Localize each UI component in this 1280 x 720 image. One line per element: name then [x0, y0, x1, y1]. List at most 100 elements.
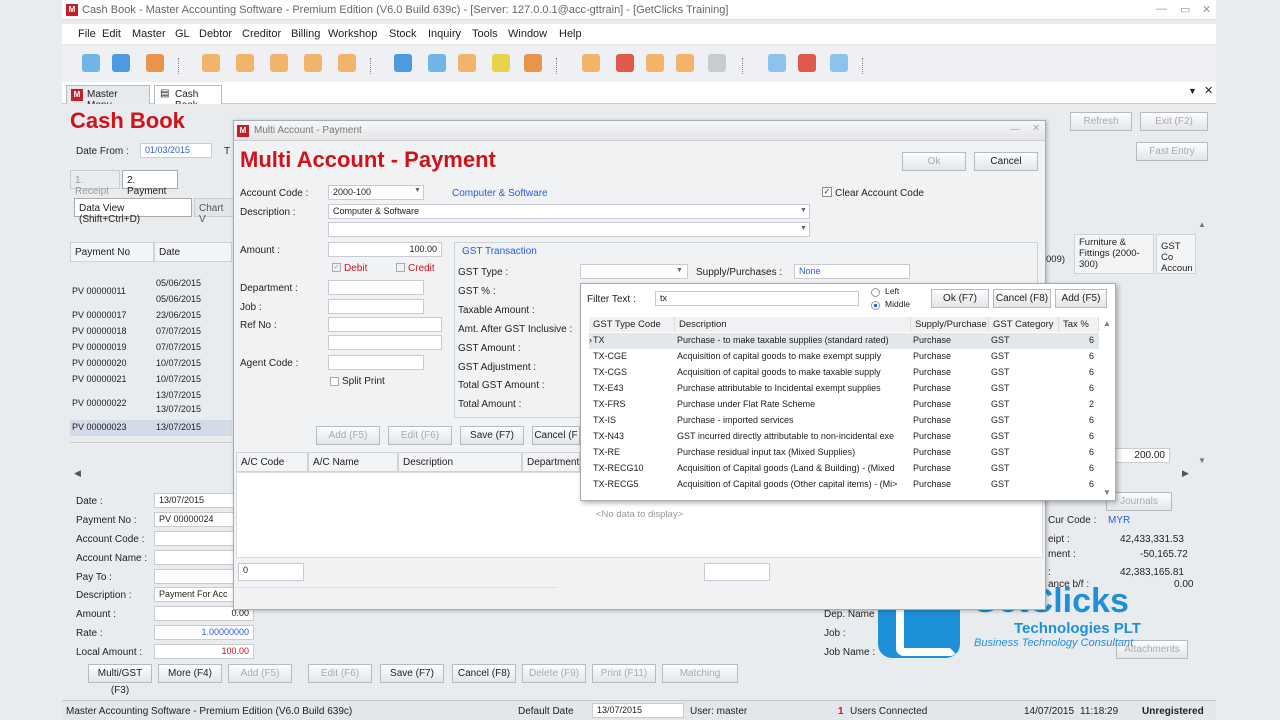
menu-billing[interactable]: Billing — [291, 28, 320, 40]
scroll-left-icon[interactable]: ◀ — [74, 468, 81, 479]
payment-no-field[interactable]: PV 00000024 — [154, 512, 236, 527]
list-item[interactable]: TX-CGS Acquisition of capital goods to ma… — [589, 365, 1099, 381]
tab-master-menu[interactable]: M Master Menu — [66, 85, 150, 111]
list-item[interactable]: TX-N43 GST incurred directly attributable… — [589, 429, 1099, 445]
scroll-down-icon[interactable]: ▼ — [1198, 456, 1206, 465]
tab-chart-view[interactable]: Chart V — [194, 198, 234, 225]
rate-field[interactable]: 1.00000000 — [154, 625, 254, 640]
column-gst-category[interactable]: GST Category — [989, 317, 1059, 332]
column-gst-type-code[interactable]: GST Type Code — [589, 317, 675, 332]
filter-text-input[interactable]: tx — [655, 291, 859, 306]
menu-gl[interactable]: GL — [175, 28, 190, 40]
column-date[interactable]: Date — [154, 242, 232, 262]
tab-data-view[interactable]: Data View (Shift+Ctrl+D) — [74, 198, 192, 225]
gst-type-field[interactable] — [580, 264, 688, 279]
list-item-selected[interactable]: › TX Purchase - to make taxable supplies (… — [589, 333, 1099, 349]
cart-icon[interactable] — [428, 54, 446, 72]
split-print-checkbox[interactable] — [330, 377, 339, 386]
menu-workshop[interactable]: Workshop — [328, 28, 377, 40]
column-furniture-fittings[interactable]: Furniture & Fittings (2000-300) — [1074, 234, 1154, 274]
refresh-icon[interactable] — [338, 54, 356, 72]
column-department[interactable]: Department — [522, 452, 580, 472]
delete-button[interactable]: Delete (F9) — [522, 664, 586, 683]
calculator-icon[interactable] — [582, 54, 600, 72]
pay-to-field[interactable] — [154, 569, 236, 584]
scroll-right-icon[interactable]: ▶ — [1182, 468, 1189, 479]
credit-checkbox[interactable] — [396, 263, 405, 272]
column-payment-no[interactable]: Payment No — [70, 242, 154, 262]
maximize-icon[interactable]: ▭ — [1180, 3, 1190, 16]
save-button[interactable]: Save (F7) — [460, 426, 524, 445]
column-gst-control[interactable]: GST Co Accoun — [1156, 234, 1196, 274]
table-row[interactable]: PV 00000020 10/07/2015 — [70, 356, 232, 372]
menu-help[interactable]: Help — [559, 28, 582, 40]
account-code-field[interactable] — [154, 531, 236, 546]
ledger-icon[interactable] — [646, 54, 664, 72]
agent-code-field[interactable] — [328, 355, 424, 370]
person-icon[interactable] — [458, 54, 476, 72]
report-icon[interactable] — [616, 54, 634, 72]
ok-button[interactable]: Ok — [902, 152, 966, 171]
menu-tools[interactable]: Tools — [472, 28, 498, 40]
add-button[interactable]: Add (F5) — [228, 664, 292, 683]
middle-radio[interactable] — [871, 301, 880, 310]
print-icon[interactable] — [708, 54, 726, 72]
menu-master[interactable]: Master — [132, 28, 166, 40]
or-icon[interactable] — [768, 54, 786, 72]
folder-icon[interactable] — [492, 54, 510, 72]
ref-no-line2-field[interactable] — [328, 335, 442, 350]
print-button[interactable]: Print (F11) — [592, 664, 656, 683]
tab-payment[interactable]: 2. Payment — [122, 170, 178, 197]
menu-file[interactable]: File — [78, 28, 96, 40]
column-ac-code[interactable]: A/C Code — [236, 452, 308, 472]
menu-debtor[interactable]: Debtor — [199, 28, 232, 40]
close-icon[interactable]: ✕ — [1032, 123, 1040, 134]
document-icon[interactable] — [202, 54, 220, 72]
list-item[interactable]: TX-FRS Purchase under Flat Rate Scheme Pur… — [589, 397, 1099, 413]
ref-no-field[interactable] — [328, 317, 442, 332]
edit-button[interactable]: Edit (F6) — [388, 426, 452, 445]
table-row[interactable]: PV 00000019 07/07/2015 — [70, 340, 232, 356]
column-supply-purchase[interactable]: Supply/Purchase — [911, 317, 989, 332]
local-amount-field[interactable]: 100.00 — [154, 644, 254, 659]
menu-window[interactable]: Window — [508, 28, 547, 40]
column-description[interactable]: Description — [675, 317, 911, 332]
pv-icon[interactable] — [798, 54, 816, 72]
scroll-up-icon[interactable]: ▲ — [1103, 319, 1111, 328]
table-row[interactable]: PV 00000017 23/06/2015 — [70, 308, 232, 324]
chevron-down-icon[interactable]: ▼ — [800, 207, 807, 214]
scroll-down-icon[interactable]: ▼ — [1103, 488, 1111, 497]
add-button[interactable]: Add (F5) — [316, 426, 380, 445]
column-description[interactable]: Description — [398, 452, 522, 472]
account-name-field[interactable] — [154, 550, 236, 565]
horizontal-scrollbar[interactable] — [236, 587, 556, 595]
table-row[interactable]: PV 00000022 13/07/2015 — [70, 396, 232, 414]
list-item[interactable]: TX-CGE Acquisition of capital goods to ma… — [589, 349, 1099, 365]
column-tax-percent[interactable]: Tax % — [1059, 317, 1099, 332]
supply-purchases-field[interactable]: None — [794, 264, 910, 279]
document-icon[interactable] — [304, 54, 322, 72]
menu-inquiry[interactable]: Inquiry — [428, 28, 461, 40]
description-line2-field[interactable] — [328, 222, 810, 237]
table-row[interactable]: PV 00000021 10/07/2015 — [70, 372, 232, 388]
chevron-down-icon[interactable]: ▼ — [676, 267, 683, 274]
grid-icon[interactable] — [82, 54, 100, 72]
left-radio[interactable] — [871, 288, 880, 297]
list-item[interactable]: TX-RECG10 Acquisition of Capital goods (L… — [589, 461, 1099, 477]
menu-stock[interactable]: Stock — [389, 28, 417, 40]
exit-button[interactable]: Exit (F2) — [1140, 112, 1208, 131]
table-row[interactable]: PV 00000018 07/07/2015 — [70, 324, 232, 340]
minimize-icon[interactable]: — — [1156, 3, 1167, 15]
date-from-field[interactable]: 01/03/2015 — [140, 143, 212, 158]
edit-button[interactable]: Edit (F6) — [308, 664, 372, 683]
menu-creditor[interactable]: Creditor — [242, 28, 281, 40]
list-item[interactable]: TX-IS Purchase - imported services Purchas… — [589, 413, 1099, 429]
matching-button[interactable]: Matching — [662, 664, 738, 683]
description-field[interactable]: Computer & Software — [328, 204, 810, 219]
tab-cash-book[interactable]: ▤ Cash Book — [154, 85, 222, 111]
list-icon[interactable] — [676, 54, 694, 72]
user-icon[interactable] — [112, 54, 130, 72]
cancel-button[interactable]: Cancel (F8) — [993, 289, 1051, 308]
document-icon[interactable] — [270, 54, 288, 72]
save-button[interactable]: Save (F7) — [380, 664, 444, 683]
